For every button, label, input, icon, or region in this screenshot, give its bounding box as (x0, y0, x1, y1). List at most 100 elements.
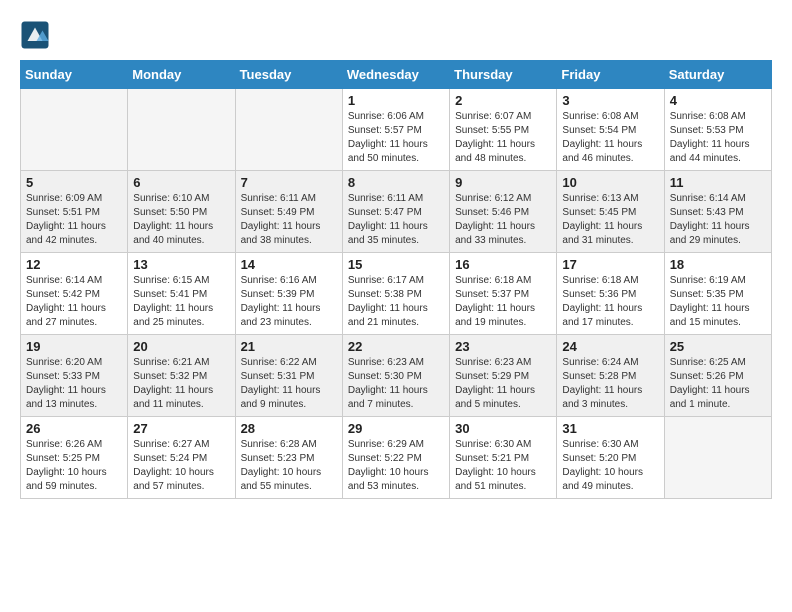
weekday-header: Friday (557, 61, 664, 89)
calendar-day-cell: 19 Sunrise: 6:20 AMSunset: 5:33 PMDayligh… (21, 335, 128, 417)
calendar-day-cell: 28Sunrise: 6:28 AMSunset: 5:23 PMDayligh… (235, 417, 342, 499)
day-info: Sunrise: 6:13 AMSunset: 5:45 PMDaylight:… (562, 192, 658, 248)
weekday-header: Wednesday (342, 61, 449, 89)
calendar-day-cell: 15 Sunrise: 6:17 AMSunset: 5:38 PMDayligh… (342, 253, 449, 335)
calendar-day-cell: 23 Sunrise: 6:23 AMSunset: 5:29 PMDayligh… (450, 335, 557, 417)
day-number: 1 (348, 93, 444, 108)
day-number: 8 (348, 175, 444, 190)
day-info: Sunrise: 6:11 AMSunset: 5:47 PMDaylight:… (348, 192, 444, 248)
day-info: Sunrise: 6:18 AMSunset: 5:36 PMDaylight:… (562, 274, 658, 330)
calendar-header-row: SundayMondayTuesdayWednesdayThursdayFrid… (21, 61, 772, 89)
day-info: Sunrise: 6:14 AMSunset: 5:42 PMDaylight:… (26, 274, 122, 330)
calendar-day-cell: 21 Sunrise: 6:22 AMSunset: 5:31 PMDayligh… (235, 335, 342, 417)
calendar-day-cell (235, 89, 342, 171)
day-number: 23 (455, 339, 551, 354)
calendar-day-cell: 27 Sunrise: 6:27 AMSunset: 5:24 PMDayligh… (128, 417, 235, 499)
day-number: 15 (348, 257, 444, 272)
calendar-day-cell: 18 Sunrise: 6:19 AMSunset: 5:35 PMDayligh… (664, 253, 771, 335)
day-info: Sunrise: 6:16 AMSunset: 5:39 PMDaylight:… (241, 274, 337, 330)
calendar-day-cell: 4Sunrise: 6:08 AMSunset: 5:53 PMDaylight… (664, 89, 771, 171)
day-number: 6 (133, 175, 229, 190)
day-info: Sunrise: 6:18 AMSunset: 5:37 PMDaylight:… (455, 274, 551, 330)
calendar-day-cell (128, 89, 235, 171)
day-number: 9 (455, 175, 551, 190)
calendar-day-cell: 2 Sunrise: 6:07 AMSunset: 5:55 PMDaylight… (450, 89, 557, 171)
day-info: Sunrise: 6:07 AMSunset: 5:55 PMDaylight:… (455, 110, 551, 166)
calendar-day-cell: 16 Sunrise: 6:18 AMSunset: 5:37 PMDayligh… (450, 253, 557, 335)
day-number: 25 (670, 339, 766, 354)
day-info: Sunrise: 6:29 AMSunset: 5:22 PMDaylight:… (348, 438, 444, 494)
day-info: Sunrise: 6:14 AMSunset: 5:43 PMDaylight:… (670, 192, 766, 248)
day-number: 19 (26, 339, 122, 354)
day-number: 24 (562, 339, 658, 354)
page-header (20, 20, 772, 50)
weekday-header: Tuesday (235, 61, 342, 89)
calendar-day-cell: 3 Sunrise: 6:08 AMSunset: 5:54 PMDaylight… (557, 89, 664, 171)
day-info: Sunrise: 6:10 AMSunset: 5:50 PMDaylight:… (133, 192, 229, 248)
day-number: 30 (455, 421, 551, 436)
calendar-day-cell (21, 89, 128, 171)
day-number: 29 (348, 421, 444, 436)
day-info: Sunrise: 6:06 AMSunset: 5:57 PMDaylight:… (348, 110, 444, 166)
calendar-week-row: 12 Sunrise: 6:14 AMSunset: 5:42 PMDayligh… (21, 253, 772, 335)
calendar-day-cell: 29 Sunrise: 6:29 AMSunset: 5:22 PMDayligh… (342, 417, 449, 499)
weekday-header: Monday (128, 61, 235, 89)
day-info: Sunrise: 6:15 AMSunset: 5:41 PMDaylight:… (133, 274, 229, 330)
calendar-day-cell (664, 417, 771, 499)
calendar-day-cell: 6 Sunrise: 6:10 AMSunset: 5:50 PMDaylight… (128, 171, 235, 253)
day-info: Sunrise: 6:11 AMSunset: 5:49 PMDaylight:… (241, 192, 337, 248)
weekday-header: Thursday (450, 61, 557, 89)
day-number: 2 (455, 93, 551, 108)
calendar-day-cell: 24 Sunrise: 6:24 AMSunset: 5:28 PMDayligh… (557, 335, 664, 417)
day-info: Sunrise: 6:12 AMSunset: 5:46 PMDaylight:… (455, 192, 551, 248)
day-number: 21 (241, 339, 337, 354)
day-number: 17 (562, 257, 658, 272)
calendar-day-cell: 9 Sunrise: 6:12 AMSunset: 5:46 PMDaylight… (450, 171, 557, 253)
day-info: Sunrise: 6:08 AMSunset: 5:54 PMDaylight:… (562, 110, 658, 166)
day-number: 27 (133, 421, 229, 436)
day-info: Sunrise: 6:23 AMSunset: 5:29 PMDaylight:… (455, 356, 551, 412)
day-info: Sunrise: 6:30 AMSunset: 5:21 PMDaylight:… (455, 438, 551, 494)
day-info: Sunrise: 6:09 AMSunset: 5:51 PMDaylight:… (26, 192, 122, 248)
day-number: 16 (455, 257, 551, 272)
day-info: Sunrise: 6:24 AMSunset: 5:28 PMDaylight:… (562, 356, 658, 412)
calendar-day-cell: 5 Sunrise: 6:09 AMSunset: 5:51 PMDaylight… (21, 171, 128, 253)
calendar-day-cell: 8 Sunrise: 6:11 AMSunset: 5:47 PMDaylight… (342, 171, 449, 253)
day-number: 11 (670, 175, 766, 190)
day-number: 13 (133, 257, 229, 272)
day-number: 18 (670, 257, 766, 272)
calendar-week-row: 1 Sunrise: 6:06 AMSunset: 5:57 PMDaylight… (21, 89, 772, 171)
weekday-header: Sunday (21, 61, 128, 89)
day-info: Sunrise: 6:08 AMSunset: 5:53 PMDaylight:… (670, 110, 766, 166)
day-info: Sunrise: 6:23 AMSunset: 5:30 PMDaylight:… (348, 356, 444, 412)
calendar-day-cell: 22 Sunrise: 6:23 AMSunset: 5:30 PMDayligh… (342, 335, 449, 417)
calendar-day-cell: 31Sunrise: 6:30 AMSunset: 5:20 PMDayligh… (557, 417, 664, 499)
day-number: 12 (26, 257, 122, 272)
day-info: Sunrise: 6:19 AMSunset: 5:35 PMDaylight:… (670, 274, 766, 330)
calendar-week-row: 26 Sunrise: 6:26 AMSunset: 5:25 PMDayligh… (21, 417, 772, 499)
calendar-day-cell: 12 Sunrise: 6:14 AMSunset: 5:42 PMDayligh… (21, 253, 128, 335)
calendar-day-cell: 17 Sunrise: 6:18 AMSunset: 5:36 PMDayligh… (557, 253, 664, 335)
calendar-day-cell: 14Sunrise: 6:16 AMSunset: 5:39 PMDayligh… (235, 253, 342, 335)
calendar-day-cell: 10 Sunrise: 6:13 AMSunset: 5:45 PMDayligh… (557, 171, 664, 253)
day-number: 5 (26, 175, 122, 190)
calendar-day-cell: 26 Sunrise: 6:26 AMSunset: 5:25 PMDayligh… (21, 417, 128, 499)
day-info: Sunrise: 6:26 AMSunset: 5:25 PMDaylight:… (26, 438, 122, 494)
day-number: 22 (348, 339, 444, 354)
day-info: Sunrise: 6:20 AMSunset: 5:33 PMDaylight:… (26, 356, 122, 412)
day-info: Sunrise: 6:27 AMSunset: 5:24 PMDaylight:… (133, 438, 229, 494)
weekday-header: Saturday (664, 61, 771, 89)
day-number: 26 (26, 421, 122, 436)
calendar-day-cell: 25 Sunrise: 6:25 AMSunset: 5:26 PMDayligh… (664, 335, 771, 417)
day-number: 10 (562, 175, 658, 190)
day-info: Sunrise: 6:30 AMSunset: 5:20 PMDaylight:… (562, 438, 658, 494)
day-info: Sunrise: 6:25 AMSunset: 5:26 PMDaylight:… (670, 356, 766, 412)
day-info: Sunrise: 6:17 AMSunset: 5:38 PMDaylight:… (348, 274, 444, 330)
calendar-day-cell: 20Sunrise: 6:21 AMSunset: 5:32 PMDayligh… (128, 335, 235, 417)
day-number: 3 (562, 93, 658, 108)
day-info: Sunrise: 6:22 AMSunset: 5:31 PMDaylight:… (241, 356, 337, 412)
calendar-day-cell: 13 Sunrise: 6:15 AMSunset: 5:41 PMDayligh… (128, 253, 235, 335)
calendar-week-row: 5 Sunrise: 6:09 AMSunset: 5:51 PMDaylight… (21, 171, 772, 253)
calendar-day-cell: 11 Sunrise: 6:14 AMSunset: 5:43 PMDayligh… (664, 171, 771, 253)
day-number: 7 (241, 175, 337, 190)
